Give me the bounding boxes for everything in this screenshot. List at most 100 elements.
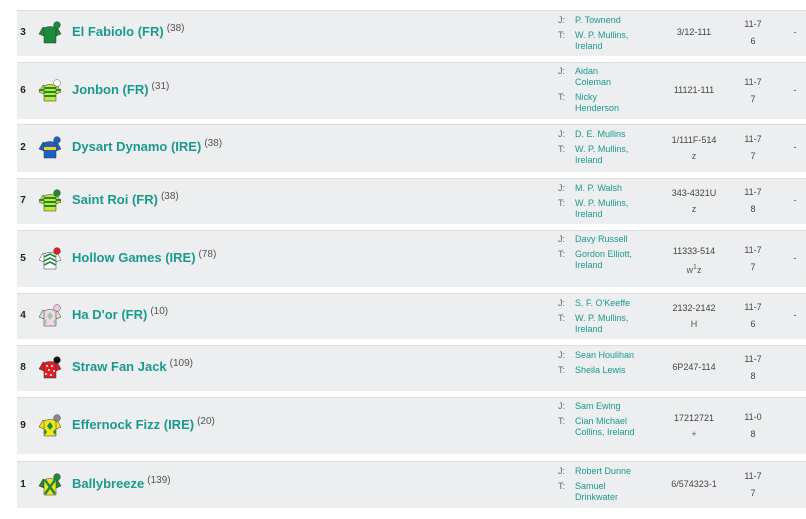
jockey-name-link[interactable]: Aidan Coleman: [575, 66, 635, 88]
horse-name: Dysart Dynamo (IRE): [72, 139, 202, 154]
form-string: 6/574323-1: [671, 478, 717, 489]
horse-name-link[interactable]: Ha D'or (FR) (10): [72, 306, 168, 322]
trainer-name-link[interactable]: W. P. Mullins, Ireland: [575, 30, 637, 52]
age-weight: 11-7 7: [738, 77, 768, 105]
horse-name-link[interactable]: Straw Fan Jack (109): [72, 358, 194, 374]
runner-number: 1: [20, 478, 26, 490]
horse-name-link[interactable]: Effernock Fizz (IRE) (20): [72, 416, 215, 432]
horse-rating: (78): [198, 248, 217, 260]
runner-number: 7: [20, 195, 26, 206]
jockey-name-link[interactable]: Sean Houlihan: [575, 350, 634, 361]
form-figures: 11121-111: [660, 84, 728, 97]
age-value: 11-7: [744, 354, 762, 364]
horse-rating: (31): [151, 80, 170, 92]
horse-name-link[interactable]: Saint Roi (FR) (38): [72, 191, 179, 207]
horse-rating: (38): [204, 138, 223, 149]
jockey-trainer: J: M. P. Walsh T: W. P. Mullins, Ireland: [558, 183, 674, 220]
horse-name-link[interactable]: El Fabiolo (FR) (38): [72, 23, 185, 39]
age-value: 11-7: [744, 187, 762, 197]
trainer-name-link[interactable]: Sheila Lewis: [575, 365, 626, 376]
weight-value: 7: [750, 261, 756, 272]
jockey-label: J:: [558, 183, 566, 193]
trainer-name-link[interactable]: Cian Michael Collins, Ireland: [575, 416, 637, 438]
jockey-trainer: J: D. E. Mullins T: W. P. Mullins, Ireland: [558, 129, 674, 166]
odds-value: -: [793, 27, 797, 37]
trainer-name-link[interactable]: Nicky Henderson: [575, 92, 637, 114]
weight-value: 8: [750, 204, 756, 214]
runner-number: 8: [20, 362, 26, 373]
horse-name-link[interactable]: Ballybreeze (139): [72, 474, 171, 491]
jockey-name-link[interactable]: P. Townend: [575, 15, 621, 26]
horse-name: Jonbon (FR): [72, 81, 149, 97]
horse-name-link[interactable]: Jonbon (FR) (31): [72, 80, 170, 97]
jockey-trainer: J: Davy Russell T: Gordon Elliott, Ireland: [558, 234, 674, 271]
horse-name-link[interactable]: Hollow Games (IRE) (78): [72, 248, 217, 265]
weight-value: 7: [750, 487, 756, 498]
runner-number: 4: [20, 310, 26, 321]
form-comments: w1z: [686, 263, 702, 275]
jockey-silk-icon: [38, 413, 62, 439]
horse-name: Saint Roi (FR): [72, 192, 158, 207]
age-weight: 11-7 7: [738, 134, 768, 162]
horse-name: Straw Fan Jack: [72, 359, 167, 374]
jockey-trainer: J: P. Townend T: W. P. Mullins, Ireland: [558, 15, 674, 52]
odds-value: -: [793, 195, 797, 205]
form-figures: 17212721 +: [660, 412, 728, 441]
jockey-name-link[interactable]: M. P. Walsh: [575, 183, 622, 194]
trainer-label: T:: [558, 30, 566, 40]
odds-value: -: [793, 310, 797, 320]
jockey-name-link[interactable]: Davy Russell: [575, 234, 628, 245]
weight-value: 8: [750, 428, 756, 439]
trainer-name-link[interactable]: Gordon Elliott, Ireland: [575, 249, 637, 271]
jockey-label: J:: [558, 15, 566, 25]
form-string: 11121-111: [673, 84, 715, 95]
form-string: 2132-2142: [672, 303, 716, 313]
jockey-name-link[interactable]: D. E. Mullins: [575, 129, 626, 140]
jockey-name-link[interactable]: S. F. O'Keeffe: [575, 298, 630, 309]
jockey-silk-icon: [38, 355, 62, 381]
runner-number: 3: [20, 27, 26, 38]
horse-rating: (139): [147, 474, 171, 486]
form-string: 3/12-111: [676, 27, 712, 37]
weight-value: 6: [750, 36, 756, 46]
horse-rating: (38): [160, 191, 179, 202]
jockey-name-link[interactable]: Sam Ewing: [575, 401, 621, 412]
form-string: 1/111F-514: [671, 135, 717, 145]
jockey-label: J:: [558, 298, 566, 308]
form-string: 6P247-114: [672, 362, 716, 372]
age-weight: 11-7 8: [738, 187, 768, 215]
trainer-name-link[interactable]: Samuel Drinkwater: [575, 481, 637, 503]
jockey-label: J:: [558, 350, 566, 360]
horse-name-link[interactable]: Dysart Dynamo (IRE) (38): [72, 138, 223, 154]
jockey-silk-icon: [38, 472, 62, 498]
horse-rating: (109): [169, 358, 194, 369]
trainer-name-link[interactable]: W. P. Mullins, Ireland: [575, 313, 637, 335]
age-value: 11-7: [744, 19, 762, 29]
jockey-trainer: J: Robert Dunne T: Samuel Drinkwater: [558, 466, 674, 503]
jockey-name-link[interactable]: Robert Dunne: [575, 466, 631, 477]
trainer-name-link[interactable]: W. P. Mullins, Ireland: [575, 198, 637, 220]
odds-value: -: [793, 252, 797, 263]
jockey-trainer: J: S. F. O'Keeffe T: W. P. Mullins, Irelan…: [558, 298, 674, 335]
weight-value: 7: [750, 93, 756, 104]
jockey-silk-icon: [38, 135, 62, 161]
age-value: 11-0: [744, 411, 762, 422]
weight-value: 8: [750, 371, 756, 381]
form-string: 343-4321U: [671, 188, 717, 198]
jockey-silk-icon: [38, 188, 62, 214]
form-figures: 343-4321U z: [660, 187, 728, 216]
age-value: 11-7: [744, 244, 762, 255]
horse-name: Hollow Games (IRE): [72, 249, 196, 265]
horse-name: Ballybreeze: [72, 475, 145, 491]
trainer-name-link[interactable]: W. P. Mullins, Ireland: [575, 144, 637, 166]
odds-value: -: [793, 142, 797, 152]
form-comments: H: [690, 319, 698, 329]
age-weight: 11-7 7: [738, 245, 768, 273]
trainer-label: T:: [558, 249, 566, 259]
trainer-label: T:: [558, 92, 566, 102]
form-string: 11333-514: [672, 245, 716, 256]
form-figures: 6P247-114: [660, 361, 728, 374]
runner-number: 2: [20, 142, 26, 153]
horse-name: El Fabiolo (FR): [72, 24, 164, 39]
runner-number: 5: [20, 252, 26, 264]
